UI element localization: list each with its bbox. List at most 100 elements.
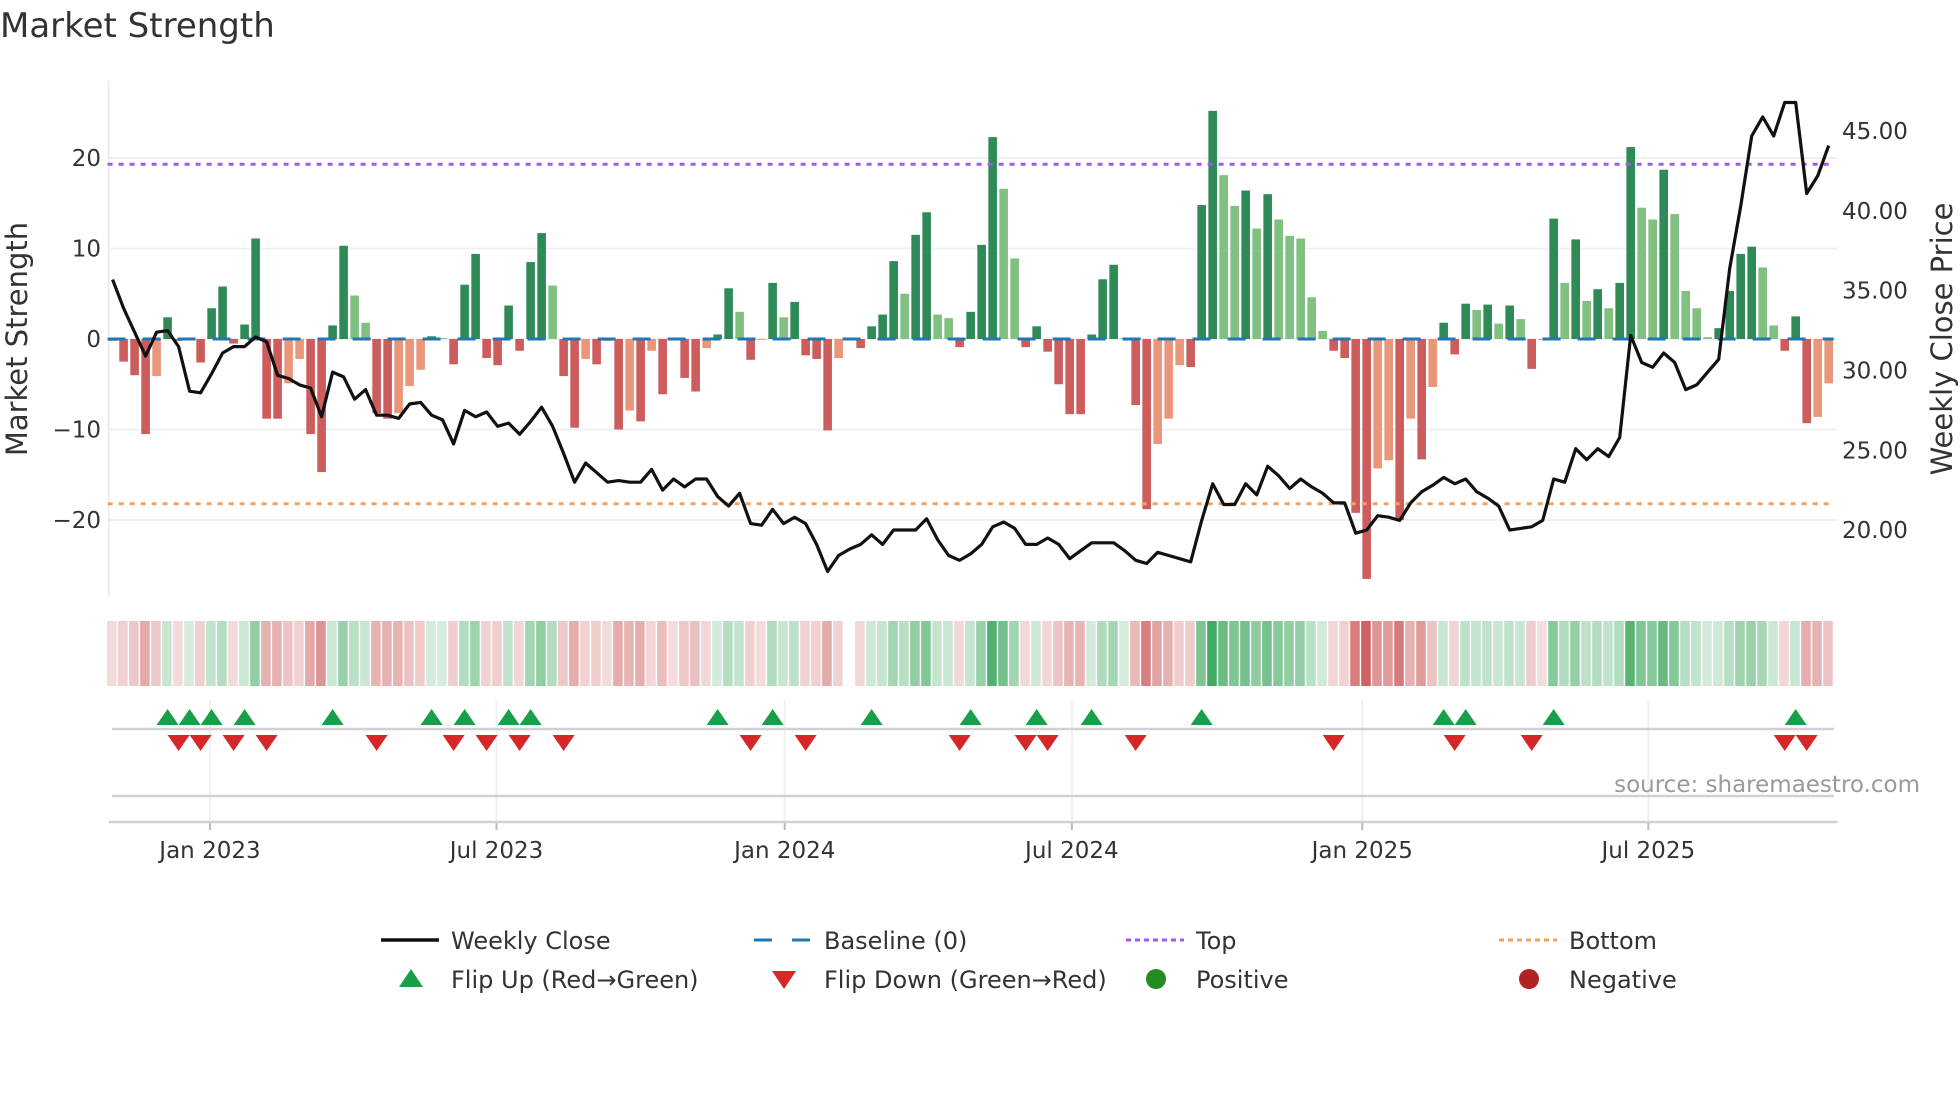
strength-strip-cell [778,621,788,686]
strength-bar [1626,147,1635,339]
strength-strip-cell [250,621,260,686]
strength-strip-cell [1185,621,1195,686]
strength-strip-cell [470,621,480,686]
y-axis-title: Market Strength [0,222,34,456]
strength-strip-cell [756,621,766,686]
strength-strip-cell [514,621,524,686]
strength-bar [735,311,744,339]
flip-down-marker [794,735,817,751]
strength-strip-cell [888,621,898,686]
flip-up-marker [156,709,179,725]
strength-bar [680,339,689,378]
flip-up-marker [200,709,223,725]
strength-bar [1054,339,1063,385]
strength-strip-cell [998,621,1008,686]
strength-strip-cell [1713,621,1723,686]
strength-bar [933,314,942,339]
strength-bar [1472,310,1481,339]
strength-strip-cell [1636,621,1646,686]
strength-strip-cell [1779,621,1789,686]
flip-up-marker [1432,709,1455,725]
strength-strip-cell [481,621,491,686]
strength-strip-cell [503,621,513,686]
strength-strip-cell [1768,621,1778,686]
strength-bar [889,261,898,339]
flip-down-marker [365,735,388,751]
strength-strip-cell [1097,621,1107,686]
strength-strip-cell [1196,621,1206,686]
flip-up-marker [178,709,201,725]
strength-bar [1692,308,1701,339]
strength-strip-cell [987,621,997,686]
strength-strip-cell [393,621,403,686]
strength-bar [1659,169,1668,339]
strength-strip-cell [1372,621,1382,686]
strength-bar [1362,339,1371,579]
strength-strip-cell [1240,621,1250,686]
flip-down-marker [948,735,971,751]
flip-up-marker [761,709,784,725]
strength-strip-cell [261,621,271,686]
legend-label: Top [1195,927,1237,955]
circle-icon [1519,969,1539,989]
strength-strip-cell [1581,621,1591,686]
strength-strip-cell [1053,621,1063,686]
flip-down-marker [1520,735,1543,751]
strength-bar [328,325,337,339]
strength-strip-cell [1746,621,1756,686]
strength-bar [196,339,205,363]
strength-strip-cell [1548,621,1558,686]
strength-bar [526,262,535,339]
flip-up-marker [1080,709,1103,725]
strength-bar [1186,339,1195,368]
strength-bar [1802,339,1811,424]
flip-up-marker [1542,709,1565,725]
strength-strip-cell [833,621,843,686]
y2-axis-title: Weekly Close Price [1925,203,1959,476]
strength-strip-cell [107,621,117,686]
triangle-down-icon [772,971,796,989]
strength-bar [218,286,227,339]
strength-strip-cell [1152,621,1162,686]
strength-bar [339,245,348,339]
strength-strip-cell [877,621,887,686]
strength-strip-cell [316,621,326,686]
strength-bar [1494,323,1503,339]
strength-strip-cell [140,621,150,686]
strength-bar [900,293,909,339]
flip-up-marker [497,709,520,725]
strength-strip-cell [1537,621,1547,686]
y2-tick-label: 30.00 [1842,359,1908,385]
legend-label: Negative [1569,966,1677,994]
y-tick-label: −20 [52,508,101,534]
strength-strip-cell [800,621,810,686]
strength-bar [746,339,755,360]
strength-strip-cell [624,621,634,686]
strength-bar [1076,339,1085,415]
strength-strip-cell [404,621,414,686]
strength-bar [1615,282,1624,339]
strength-strip-cell [866,621,876,686]
flip-down-marker [475,735,498,751]
strength-strip-cell [525,621,535,686]
strength-strip-cell [690,621,700,686]
strength-strip-cell [1757,621,1767,686]
strength-bar [416,339,425,370]
strength-bar [394,339,403,414]
flip-up-marker [1190,709,1213,725]
strength-bar [1736,253,1745,339]
strength-strip-cell [1724,621,1734,686]
strength-strip-cell [338,621,348,686]
strength-strip-cell [910,621,920,686]
strength-strip-cell [1405,621,1415,686]
strength-strip-cell [1735,621,1745,686]
strength-strip-cell [1691,621,1701,686]
flip-down-marker [1124,735,1147,751]
strength-strip-cell [976,621,986,686]
strength-bar [1648,219,1657,339]
flip-down-marker [1036,735,1059,751]
strength-bar [1758,267,1767,339]
strength-strip-cell [1009,621,1019,686]
strength-bar [834,339,843,359]
strength-bar [1637,207,1646,339]
